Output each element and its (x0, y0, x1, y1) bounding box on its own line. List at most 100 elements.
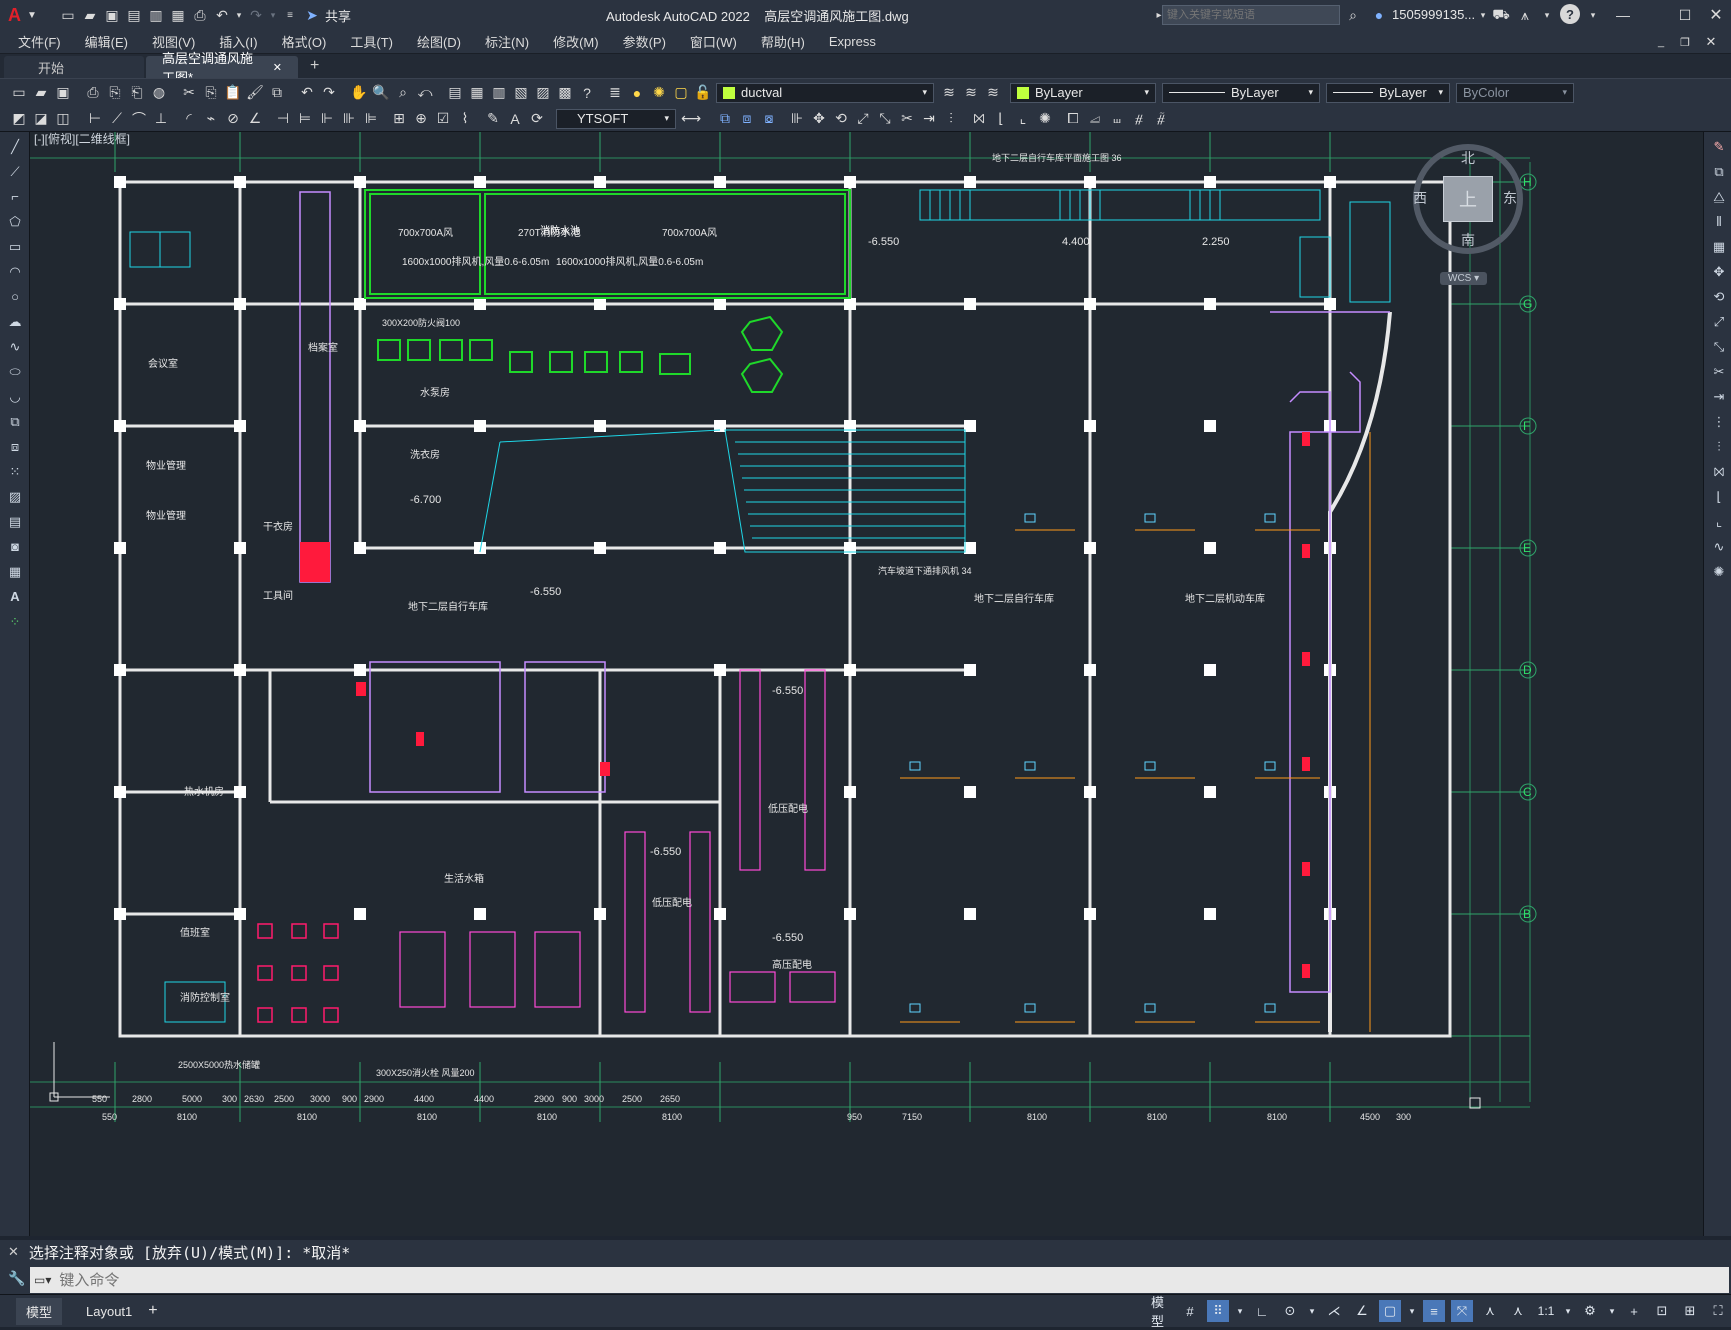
undo-dropdown-icon[interactable]: ▾ (233, 4, 245, 26)
layer-dropdown[interactable]: ductval ▾ (716, 82, 934, 103)
publish-icon[interactable]: ⎗ (126, 82, 148, 104)
help-dropdown-icon[interactable]: ▾ (1582, 4, 1604, 26)
stretch-icon[interactable]: ⤡ (1709, 337, 1729, 357)
chamfer-icon[interactable]: ⌊ (1709, 487, 1729, 507)
plot-icon[interactable]: ⎙ (189, 4, 211, 26)
minimize-icon[interactable]: — (1612, 4, 1634, 26)
draworder-below-icon[interactable]: ⧣ (1128, 108, 1150, 130)
draworder-back-icon[interactable]: ⧡ (1084, 108, 1106, 130)
tool-a-icon[interactable]: ◩ (8, 108, 30, 130)
markup-icon[interactable]: ▨ (532, 82, 554, 104)
menu-parametric[interactable]: 参数(P) (611, 32, 678, 51)
cut-icon[interactable]: ✂ (178, 82, 200, 104)
tool-c-icon[interactable]: ◫ (52, 108, 74, 130)
new-tab-icon[interactable]: + (310, 57, 319, 75)
dim-radius-icon[interactable]: ◜ (178, 108, 200, 130)
modify-break-icon[interactable]: ⫶ (940, 108, 962, 130)
app-logo[interactable]: A (8, 5, 21, 26)
color-dropdown[interactable]: ByLayer ▾ (1010, 82, 1156, 103)
designcenter-icon[interactable]: ▦ (466, 82, 488, 104)
tab-model[interactable]: 模型 (16, 1297, 63, 1325)
offset-icon[interactable]: ⫴ (1709, 212, 1729, 232)
open-file-icon[interactable]: ▰ (79, 4, 101, 26)
menu-draw[interactable]: 绘图(D) (405, 32, 473, 51)
insert-block-icon[interactable]: ⧉ (5, 412, 25, 432)
add-selected-icon[interactable]: ⁘ (5, 612, 25, 632)
polyline-icon[interactable]: ⌐ (5, 187, 25, 207)
modify-chamfer-icon[interactable]: ⌊ (990, 108, 1012, 130)
maximize-icon[interactable]: ☐ (1674, 4, 1696, 26)
app-menu-chevron-icon[interactable]: ▼ (21, 4, 43, 26)
menu-format[interactable]: 格式(O) (270, 32, 339, 51)
workspace-icon[interactable]: ⚙ (1579, 1300, 1601, 1322)
paste-icon[interactable]: 📋 (222, 82, 244, 104)
copy-object-icon[interactable]: ⧉ (1709, 162, 1729, 182)
layer-lock-icon[interactable]: 🔓 (692, 82, 714, 104)
explode-icon[interactable]: ✺ (1709, 562, 1729, 582)
dim-break-icon[interactable]: ⊫ (360, 108, 382, 130)
polar-dropdown-icon[interactable]: ▾ (1307, 1300, 1317, 1322)
trim-icon[interactable]: ✂ (1709, 362, 1729, 382)
line-icon[interactable]: ╱ (5, 137, 25, 157)
zoom-previous-icon[interactable]: ⤺ (414, 82, 436, 104)
dim-aligned-icon[interactable]: ⟋ (106, 108, 128, 130)
matchprop-icon[interactable]: 🖌 (244, 82, 266, 104)
save-tb-icon[interactable]: ▣ (52, 82, 74, 104)
point-icon[interactable]: ⁙ (5, 462, 25, 482)
3d-print-icon[interactable]: ◍ (148, 82, 170, 104)
menu-window[interactable]: 窗口(W) (678, 32, 749, 51)
extend-icon[interactable]: ⇥ (1709, 387, 1729, 407)
doc-restore-icon[interactable]: ❐ (1674, 31, 1696, 53)
polar-icon[interactable]: ⊙ (1279, 1300, 1301, 1322)
redo-dropdown-icon[interactable]: ▾ (267, 4, 279, 26)
sheetset-icon[interactable]: ▧ (510, 82, 532, 104)
menu-modify[interactable]: 修改(M) (541, 32, 611, 51)
save-as-icon[interactable]: ▤ (123, 4, 145, 26)
jogged-linear-icon[interactable]: ⌇ (454, 108, 476, 130)
rotate-icon[interactable]: ⟲ (1709, 287, 1729, 307)
qnew-icon[interactable]: ▭ (8, 82, 30, 104)
modify-array-icon[interactable]: ⊪ (786, 108, 808, 130)
textstyle-dropdown[interactable]: YTSOFT ▾ (556, 108, 676, 129)
otrack-icon[interactable]: ∠ (1351, 1300, 1373, 1322)
doc-minimize-icon[interactable]: _ (1650, 31, 1672, 53)
workspace-dropdown-icon[interactable]: ▾ (1607, 1300, 1617, 1322)
hatch-icon[interactable]: ▨ (5, 487, 25, 507)
inspect-icon[interactable]: ☑ (432, 108, 454, 130)
copy-icon[interactable]: ⎘ (200, 82, 222, 104)
save-web-icon[interactable]: ▦ (167, 4, 189, 26)
annotation-visibility-icon[interactable]: ⋏ (1479, 1300, 1501, 1322)
layer-props-icon[interactable]: ≣ (604, 82, 626, 104)
qdim-icon[interactable]: ⊣ (272, 108, 294, 130)
help-icon[interactable]: ? (1560, 4, 1580, 24)
draworder-above-icon[interactable]: ⧢ (1106, 108, 1128, 130)
polygon-icon[interactable]: ⬠ (5, 212, 25, 232)
wcs-menu[interactable]: WCS ▾ (1440, 272, 1488, 285)
clean-screen-icon[interactable]: ⛶ (1707, 1300, 1729, 1322)
move-icon[interactable]: ✥ (1709, 262, 1729, 282)
rectangle-icon[interactable]: ▭ (5, 237, 25, 257)
open-icon[interactable]: ▰ (30, 82, 52, 104)
break-icon[interactable]: ⫶ (1709, 437, 1729, 457)
modify-extend-icon[interactable]: ⇥ (918, 108, 940, 130)
text-front-icon[interactable]: ⧤ (1150, 108, 1172, 130)
autodesk-app-icon[interactable]: ⩚ (1514, 4, 1536, 26)
revcloud-icon[interactable]: ☁ (5, 312, 25, 332)
array-icon[interactable]: ▦ (1709, 237, 1729, 257)
undo-icon[interactable]: ↶ (211, 4, 233, 26)
share-label[interactable]: 共享 (325, 6, 351, 25)
dim-linear-icon[interactable]: ⊢ (84, 108, 106, 130)
mirror-icon[interactable]: ⧋ (1709, 187, 1729, 207)
units-icon[interactable]: ⊡ (1651, 1300, 1673, 1322)
user-icon[interactable]: ● (1368, 4, 1390, 26)
snap-icon[interactable]: ⠿ (1207, 1300, 1229, 1322)
zoom-realtime-icon[interactable]: 🔍 (370, 82, 392, 104)
search-icon[interactable]: ⌕ (1342, 4, 1364, 26)
preview-icon[interactable]: ⎘ (104, 82, 126, 104)
dim-edit-icon[interactable]: ✎ (482, 108, 504, 130)
ellipse-icon[interactable]: ⬭ (5, 362, 25, 382)
tab-close-icon[interactable]: ✕ (273, 61, 282, 74)
zoom-window-icon[interactable]: ⌕ (392, 82, 414, 104)
dim-baseline-icon[interactable]: ⊨ (294, 108, 316, 130)
layer-viewport-icon[interactable]: ▢ (670, 82, 692, 104)
